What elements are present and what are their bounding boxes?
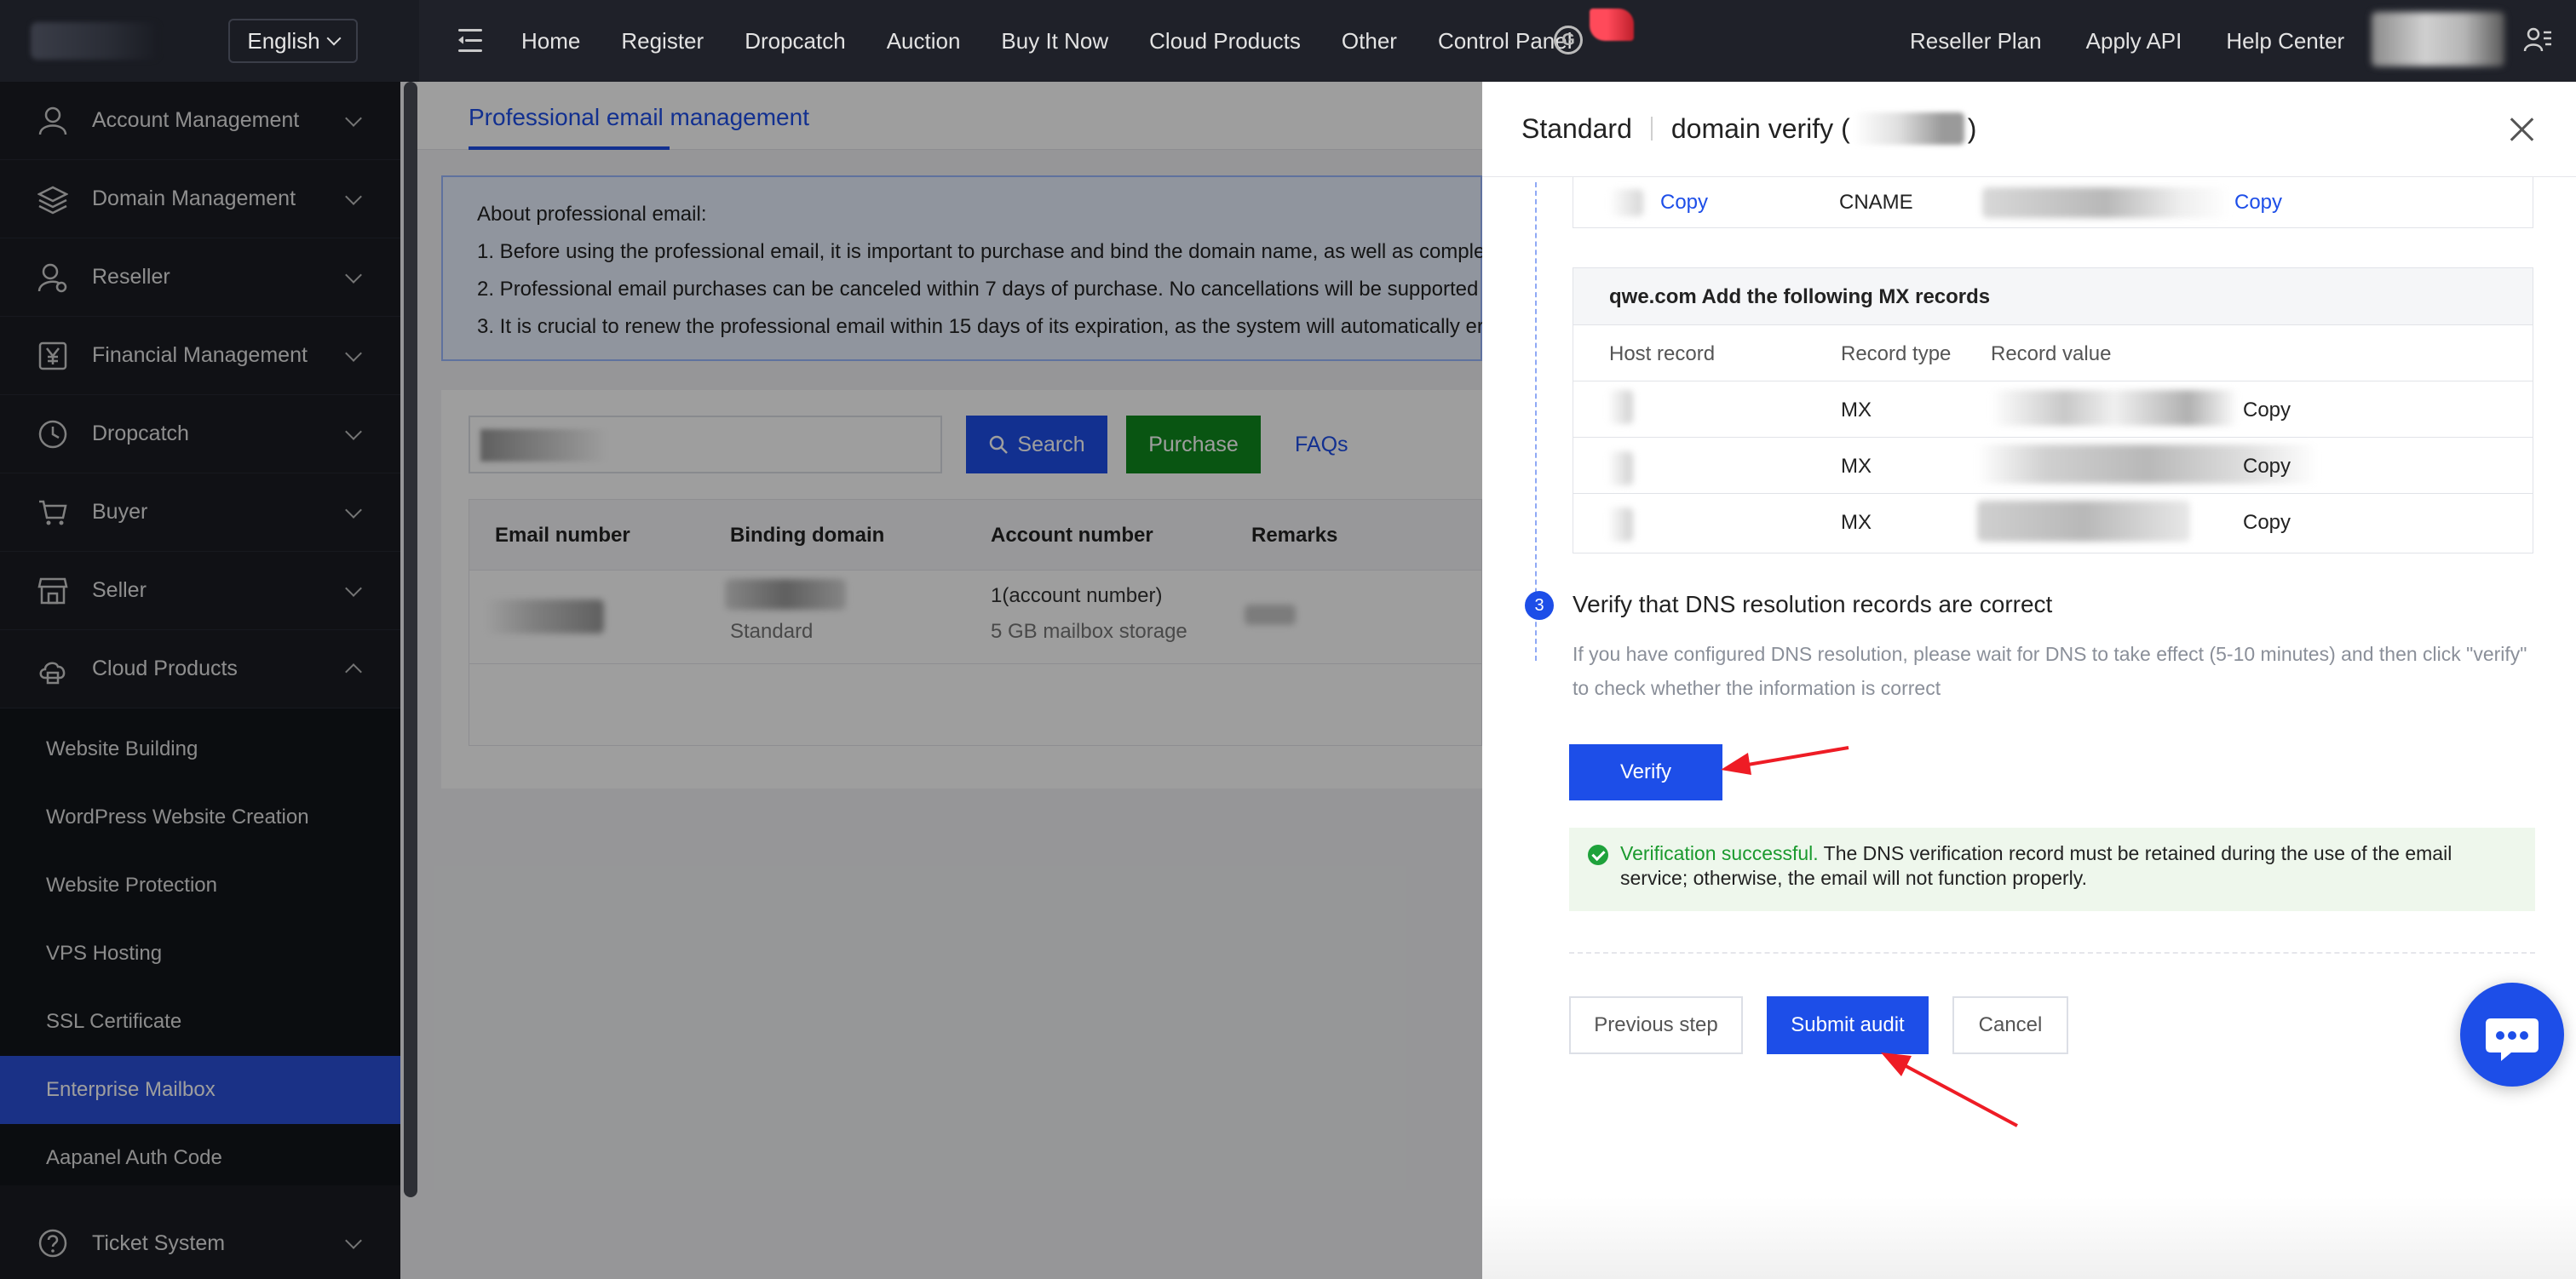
top-bar: English Home Register Dropcatch Auction …: [0, 0, 2576, 82]
user-menu-icon[interactable]: [2523, 26, 2552, 54]
menu-collapse-icon[interactable]: [458, 27, 482, 54]
step-connector-line: [1535, 182, 1537, 661]
verify-button[interactable]: Verify: [1569, 744, 1722, 800]
chat-bubble-icon: [2486, 1018, 2539, 1061]
main-nav: Home Register Dropcatch Auction Buy It N…: [521, 0, 1572, 82]
step-3-title: Verify that DNS resolution records are c…: [1573, 591, 2053, 617]
nav-auction[interactable]: Auction: [887, 28, 961, 54]
logo[interactable]: [31, 22, 158, 60]
language-selector[interactable]: English: [228, 19, 358, 63]
drawer-bottom: [1482, 1197, 2576, 1279]
mx-type: MX: [1841, 455, 1872, 478]
check-circle-icon: [1588, 845, 1608, 865]
success-title: Verification successful.: [1620, 842, 1819, 864]
g-icon[interactable]: G: [1554, 26, 1583, 54]
copy-mx-value-button[interactable]: Copy: [2243, 455, 2291, 479]
col-record-value: Record value: [1991, 342, 2112, 365]
modal-overlay[interactable]: [0, 82, 1482, 1279]
cancel-button[interactable]: Cancel: [1952, 996, 2068, 1054]
close-icon[interactable]: [2508, 116, 2535, 143]
host-redacted: [1609, 189, 1643, 216]
copy-value-button[interactable]: Copy: [2234, 191, 2282, 215]
mx-type: MX: [1841, 511, 1872, 534]
cname-value-redacted: [1982, 187, 2229, 218]
domain-redacted: [1853, 112, 1964, 145]
step-3-description: If you have configured DNS resolution, p…: [1573, 643, 2527, 699]
drawer-title-main: domain verify (: [1670, 112, 1850, 144]
col-host-record: Host record: [1609, 342, 1716, 365]
title-divider: [1650, 117, 1653, 141]
table-row: MX Copy: [1573, 493, 2533, 549]
success-message: Verification successful. The DNS verific…: [1620, 841, 2523, 891]
nav-reseller-plan[interactable]: Reseller Plan: [1910, 28, 2042, 54]
nav-apply-api[interactable]: Apply API: [2086, 28, 2182, 54]
logo-area: English: [0, 0, 419, 82]
nav-register[interactable]: Register: [621, 28, 704, 54]
mx-value-redacted: [1977, 501, 2190, 542]
language-label: English: [247, 27, 320, 54]
nav-other[interactable]: Other: [1342, 28, 1397, 54]
right-nav: Reseller Plan Apply API Help Center: [1910, 0, 2344, 82]
col-record-type: Record type: [1841, 342, 1952, 365]
footer-divider: [1569, 952, 2535, 954]
mx-header-row: Host record Record type Record value: [1573, 324, 2533, 381]
copy-mx-value-button[interactable]: Copy: [2243, 511, 2291, 535]
verification-success-alert: Verification successful. The DNS verific…: [1569, 828, 2535, 911]
copy-host-button[interactable]: Copy: [1660, 191, 1708, 215]
mx-value-redacted: [1991, 390, 2238, 426]
step-3-number: 3: [1525, 591, 1554, 620]
submit-audit-button[interactable]: Submit audit: [1767, 996, 1929, 1054]
drawer-header: Standard domain verify ( ): [1482, 82, 2576, 177]
chevron-down-icon: [326, 31, 342, 46]
nav-control-panel[interactable]: Control Panel: [1438, 28, 1573, 54]
cname-record-table: Copy CNAME Copy: [1573, 177, 2533, 228]
drawer-title: Standard domain verify ( ): [1521, 112, 1976, 145]
mx-type: MX: [1841, 399, 1872, 422]
previous-step-button[interactable]: Previous step: [1569, 996, 1743, 1054]
chat-button[interactable]: [2460, 983, 2564, 1087]
host-redacted: [1607, 390, 1633, 424]
drawer-title-close-paren: ): [1967, 112, 1977, 144]
nav-dropcatch[interactable]: Dropcatch: [745, 28, 846, 54]
host-redacted: [1607, 508, 1633, 542]
drawer-title-plan: Standard: [1521, 112, 1632, 144]
mx-record-table: qwe.com Add the following MX records Hos…: [1573, 267, 2533, 553]
nav-buy-it-now[interactable]: Buy It Now: [1001, 28, 1108, 54]
table-row: MX Copy: [1573, 381, 2533, 437]
table-row: MX Copy: [1573, 437, 2533, 493]
nav-cloud-products[interactable]: Cloud Products: [1149, 28, 1301, 54]
nav-home[interactable]: Home: [521, 28, 580, 54]
domain-verify-drawer: Standard domain verify ( ) Copy CNAME Co…: [1482, 82, 2576, 1279]
flag-icon: [1590, 9, 1634, 41]
nav-help-center[interactable]: Help Center: [2226, 28, 2344, 54]
host-redacted: [1607, 451, 1633, 485]
copy-mx-value-button[interactable]: Copy: [2243, 399, 2291, 422]
cname-type: CNAME: [1839, 191, 1913, 214]
mx-title-row: qwe.com Add the following MX records: [1573, 268, 2533, 324]
mx-table-title: qwe.com Add the following MX records: [1609, 285, 1991, 308]
avatar[interactable]: [2372, 12, 2504, 66]
